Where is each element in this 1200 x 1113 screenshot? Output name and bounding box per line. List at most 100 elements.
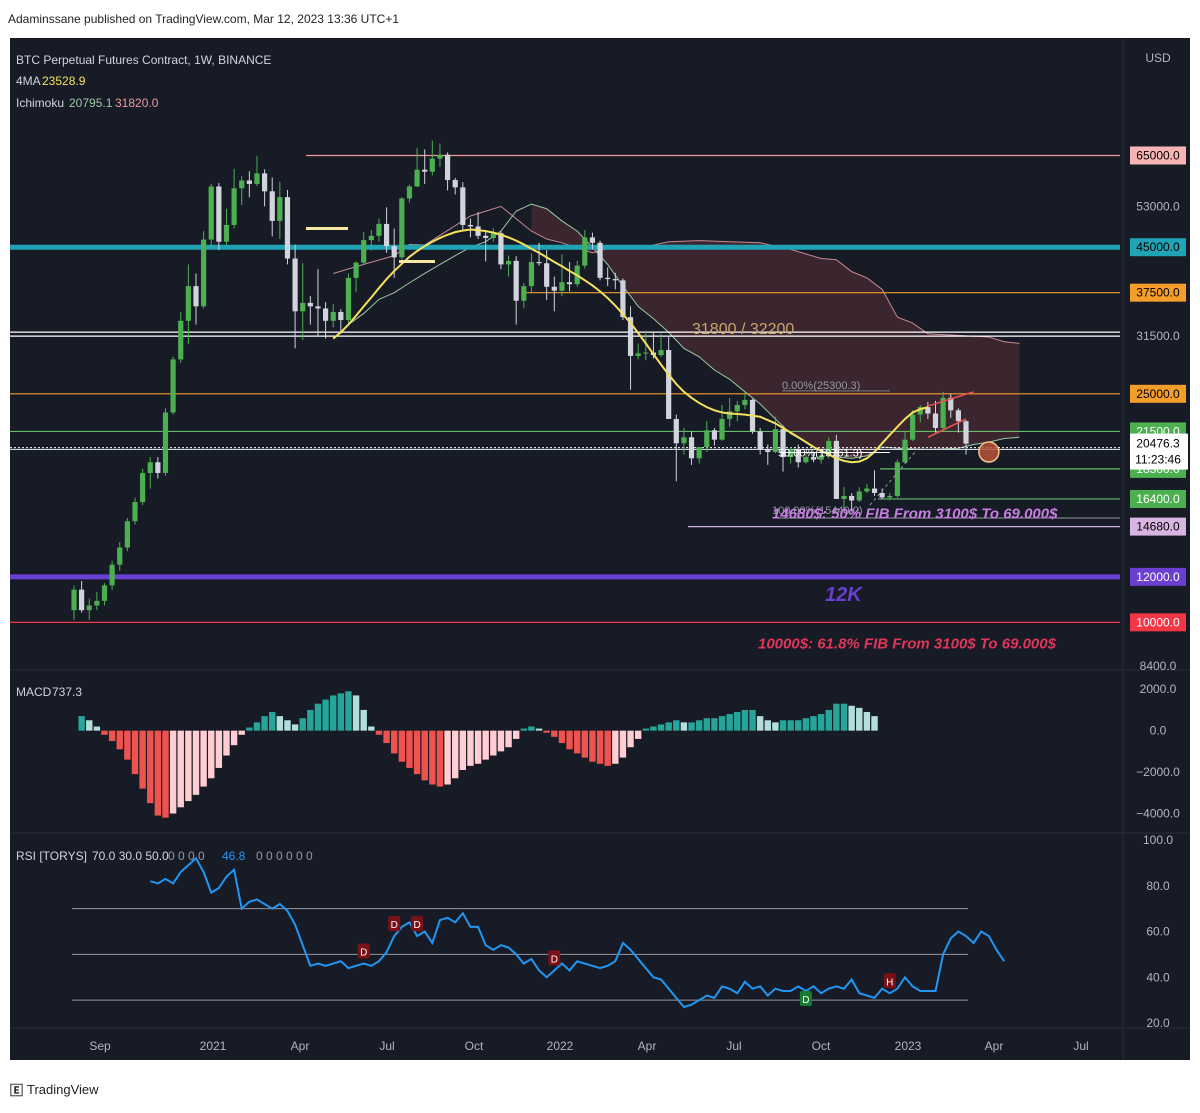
macd-bar bbox=[558, 730, 566, 744]
macd-bar bbox=[299, 718, 306, 731]
fib-label-50: 50.00%(19761.3) bbox=[778, 447, 862, 459]
macd-bar bbox=[223, 730, 230, 756]
macd-bar bbox=[551, 730, 558, 737]
macd-bar bbox=[535, 728, 543, 731]
candle-body bbox=[414, 169, 420, 187]
macd-bar bbox=[764, 720, 771, 731]
macd-bar bbox=[78, 716, 85, 731]
candle-body bbox=[635, 353, 641, 356]
macd-bar bbox=[284, 720, 291, 731]
macd-bar bbox=[139, 730, 146, 789]
rsi-tick: 20.0 bbox=[1146, 1016, 1170, 1030]
macd-bar bbox=[383, 730, 390, 744]
rsi-tick: 60.0 bbox=[1146, 925, 1170, 939]
macd-bar bbox=[512, 730, 520, 739]
macd-bar bbox=[154, 730, 162, 816]
rsi-marker-label: D bbox=[413, 920, 420, 931]
time-tick: 2023 bbox=[895, 1039, 922, 1053]
macd-bar bbox=[116, 730, 123, 750]
candle-body bbox=[406, 186, 413, 199]
candle-body bbox=[330, 312, 336, 321]
candle-body bbox=[269, 191, 275, 221]
macd-bar bbox=[169, 730, 177, 814]
macd-bar bbox=[543, 730, 550, 733]
price-tick: 31500.0 bbox=[1136, 329, 1180, 343]
price-chart[interactable]: 65000.0 53000.0 45000.0 37500.0 31500.0 25000… bbox=[10, 38, 1190, 1060]
macd-bar bbox=[871, 716, 878, 731]
candle-body bbox=[322, 308, 329, 321]
chart-container[interactable]: 65000.0 53000.0 45000.0 37500.0 31500.0 25000… bbox=[10, 38, 1190, 1060]
candle-body bbox=[437, 154, 443, 159]
legend-ichimoku-v2: 31820.0 bbox=[115, 96, 159, 110]
price-label: 14680.0 bbox=[1136, 520, 1180, 534]
price-tick: 53000.0 bbox=[1136, 199, 1180, 213]
time-tick: Apr bbox=[985, 1039, 1004, 1053]
candle-body bbox=[444, 154, 451, 181]
macd-bar bbox=[101, 730, 108, 735]
legend-rsi-label: RSI [TORYS] bbox=[16, 849, 87, 863]
macd-bar bbox=[261, 716, 268, 731]
macd-bar bbox=[833, 703, 840, 731]
candle-body bbox=[300, 302, 306, 312]
macd-tick: −2000.0 bbox=[1136, 765, 1180, 779]
candle-body bbox=[566, 282, 573, 285]
time-tick: Jul bbox=[379, 1039, 394, 1053]
price-label: 12000.0 bbox=[1136, 570, 1180, 584]
candle-body bbox=[277, 197, 283, 221]
macd-bar bbox=[474, 730, 482, 764]
macd-bar bbox=[398, 730, 406, 762]
candle-body bbox=[681, 437, 687, 444]
macd-bar bbox=[817, 714, 825, 731]
candle-body bbox=[666, 349, 672, 419]
macd-bar bbox=[238, 730, 245, 735]
macd-bar bbox=[185, 730, 192, 802]
candle-body bbox=[902, 439, 908, 463]
candle-body bbox=[117, 547, 123, 565]
candle-body bbox=[155, 462, 161, 473]
candle-body bbox=[315, 306, 321, 309]
candle-body bbox=[307, 302, 313, 307]
candle-body bbox=[216, 186, 222, 242]
candle-body bbox=[871, 488, 878, 493]
candle-body bbox=[932, 413, 939, 428]
macd-bar bbox=[451, 730, 459, 779]
macd-bar bbox=[200, 730, 207, 787]
candle-body bbox=[536, 262, 542, 264]
candle-body bbox=[292, 258, 298, 312]
macd-bar bbox=[779, 720, 787, 731]
candle-body bbox=[162, 412, 169, 473]
candle-body bbox=[589, 237, 596, 243]
macd-bar bbox=[718, 716, 726, 731]
macd-bar bbox=[596, 730, 604, 764]
macd-bar bbox=[429, 730, 436, 785]
candle-body bbox=[765, 449, 771, 452]
price-label: 16400.0 bbox=[1136, 492, 1180, 506]
rsi-tick: 40.0 bbox=[1146, 970, 1170, 984]
macd-bar bbox=[291, 724, 299, 731]
macd-bar bbox=[124, 730, 131, 760]
candle-body bbox=[734, 405, 740, 412]
tradingview-logo-icon: 🄴 bbox=[10, 1083, 24, 1098]
rsi-marker-label: H bbox=[886, 977, 893, 988]
macd-bar bbox=[307, 709, 314, 731]
candle-body bbox=[643, 352, 649, 354]
legend-rsi-params: 70.0 30.0 50.0 bbox=[92, 849, 169, 863]
macd-tick: −4000.0 bbox=[1136, 807, 1180, 821]
candle-body bbox=[513, 260, 519, 301]
fib-label-0: 0.00%(25300.3) bbox=[782, 380, 860, 392]
candle-body bbox=[109, 564, 115, 586]
candle-body bbox=[658, 349, 664, 356]
legend-ichimoku-label: Ichimoku bbox=[16, 96, 64, 110]
macd-bar bbox=[619, 730, 627, 758]
candle-body bbox=[71, 589, 77, 611]
candle-body bbox=[559, 282, 565, 291]
candle-body bbox=[231, 188, 237, 225]
macd-bar bbox=[314, 703, 322, 731]
footer: 🄴 TradingView bbox=[10, 1080, 99, 1099]
rsi-marker-label: D bbox=[551, 954, 558, 965]
candle-body bbox=[597, 242, 603, 278]
macd-bar bbox=[787, 720, 794, 731]
rsi-tick: 80.0 bbox=[1146, 879, 1170, 893]
candle-body bbox=[124, 521, 130, 548]
macd-bar bbox=[375, 730, 383, 735]
